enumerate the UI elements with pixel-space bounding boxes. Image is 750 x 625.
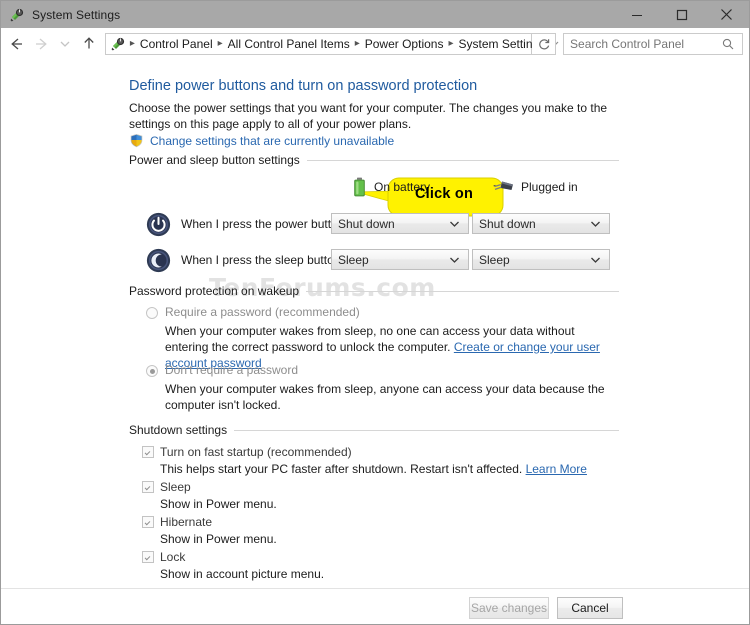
search-input[interactable]: Search Control Panel [563,32,744,55]
page-title: Define power buttons and turn on passwor… [129,78,478,94]
power-button-label: When I press the power button: [181,217,348,231]
dont-require-password-radio-row[interactable]: Don't require a password [146,363,298,377]
minimize-button[interactable] [614,1,659,28]
chevron-down-icon[interactable] [449,256,460,264]
navigation-bar: ▸ Control Panel ▸ All Control Panel Item… [1,28,749,59]
checkbox-sleep[interactable] [142,481,154,493]
checkbox-lock[interactable] [142,551,154,563]
require-password-label: Require a password (recommended) [165,305,360,319]
refresh-icon[interactable] [532,32,557,55]
power-button-setting-row: When I press the power button: [146,212,348,237]
system-settings-window: System Settings ▸ Control Panel ▸ All Co… [0,0,750,625]
power-button-icon [146,212,171,237]
section-divider [306,159,619,161]
checkbox-hibernate[interactable] [142,516,154,528]
select-value: Shut down [338,216,395,231]
radio-require-password[interactable] [146,307,158,319]
section-header-power-sleep: Power and sleep button settings [129,153,619,167]
window-controls [614,1,749,28]
section-label: Password protection on wakeup [129,284,300,298]
select-value: Shut down [479,216,536,231]
require-password-radio-row[interactable]: Require a password (recommended) [146,305,360,319]
change-unavailable-settings-link[interactable]: Change settings that are currently unava… [150,134,394,148]
sleep-button-label: When I press the sleep button: [181,253,344,267]
hibernate-checkbox-row[interactable]: Hibernate [142,515,212,529]
power-button-battery-select[interactable]: Shut down [331,213,469,234]
chevron-down-icon[interactable] [449,220,460,228]
power-button-plugged-select[interactable]: Shut down [472,213,610,234]
fast-startup-description: This helps start your PC faster after sh… [160,462,587,476]
breadcrumb-separator: ▸ [217,37,223,49]
plugged-in-header: Plugged in [493,177,578,197]
hibernate-description: Show in Power menu. [160,532,277,546]
lock-checkbox-row[interactable]: Lock [142,550,185,564]
breadcrumb[interactable]: ▸ Control Panel ▸ All Control Panel Item… [104,32,559,55]
select-value: Sleep [479,252,510,267]
lock-description: Show in account picture menu. [160,567,325,581]
callout-label: Click on [415,186,473,202]
section-header-password-protection: Password protection on wakeup [129,284,619,298]
plugged-in-label: Plugged in [521,180,578,194]
control-panel-power-icon [9,7,25,23]
sleep-button-plugged-select[interactable]: Sleep [472,249,610,270]
chevron-down-icon[interactable] [590,220,601,228]
dialog-footer: Save changes Cancel [1,588,749,624]
save-changes-button: Save changes [469,597,549,619]
section-divider [234,429,619,431]
select-value: Sleep [338,252,369,267]
description-text: This helps start your PC faster after sh… [160,462,523,476]
breadcrumb-separator: ▸ [448,37,454,49]
sleep-description: Show in Power menu. [160,497,277,511]
fast-startup-label: Turn on fast startup (recommended) [160,445,352,459]
close-button[interactable] [704,1,749,28]
radio-dont-require-password[interactable] [146,365,158,377]
description-text: When your computer wakes from sleep, any… [165,382,605,412]
control-panel-power-icon [110,36,126,52]
checkbox-fast-startup[interactable] [142,446,154,458]
lock-label: Lock [160,550,186,564]
cancel-button[interactable]: Cancel [557,597,623,619]
hibernate-label: Hibernate [160,515,213,529]
learn-more-link[interactable]: Learn More [526,462,587,476]
title-bar: System Settings [1,1,749,28]
breadcrumb-item-power-options[interactable]: Power Options [362,34,447,54]
breadcrumb-item-all-control-panel-items[interactable]: All Control Panel Items [225,34,353,54]
section-label: Shutdown settings [129,423,228,437]
dont-require-password-description: When your computer wakes from sleep, any… [165,381,620,413]
dont-require-password-label: Don't require a password [165,363,299,377]
up-arrow-icon[interactable] [77,29,101,59]
window-title: System Settings [32,7,121,22]
sleep-button-setting-row: When I press the sleep button: [146,248,344,273]
sleep-checkbox-row[interactable]: Sleep [142,480,191,494]
sleep-button-battery-select[interactable]: Sleep [331,249,469,270]
breadcrumb-item-control-panel[interactable]: Control Panel [137,34,216,54]
forward-arrow-icon [29,29,53,59]
maximize-button[interactable] [659,1,704,28]
breadcrumb-separator: ▸ [354,37,360,49]
battery-icon [353,177,366,197]
settings-content: TenForums.com Define power buttons and t… [1,59,749,588]
section-header-shutdown: Shutdown settings [129,423,619,437]
breadcrumb-separator: ▸ [129,37,135,49]
uac-shield-icon [129,133,144,148]
fast-startup-checkbox-row[interactable]: Turn on fast startup (recommended) [142,445,352,459]
sleep-label: Sleep [160,480,191,494]
section-label: Power and sleep button settings [129,153,300,167]
power-plug-icon [493,179,515,195]
sleep-moon-icon [146,248,171,273]
recent-locations-chevron-down-icon[interactable] [53,29,77,59]
search-icon[interactable] [721,37,735,51]
page-description: Choose the power settings that you want … [129,101,608,131]
back-arrow-icon[interactable] [5,29,29,59]
change-unavailable-settings-row[interactable]: Change settings that are currently unava… [129,133,394,148]
section-divider [306,290,619,292]
chevron-down-icon[interactable] [590,256,601,264]
search-placeholder: Search Control Panel [570,36,685,51]
